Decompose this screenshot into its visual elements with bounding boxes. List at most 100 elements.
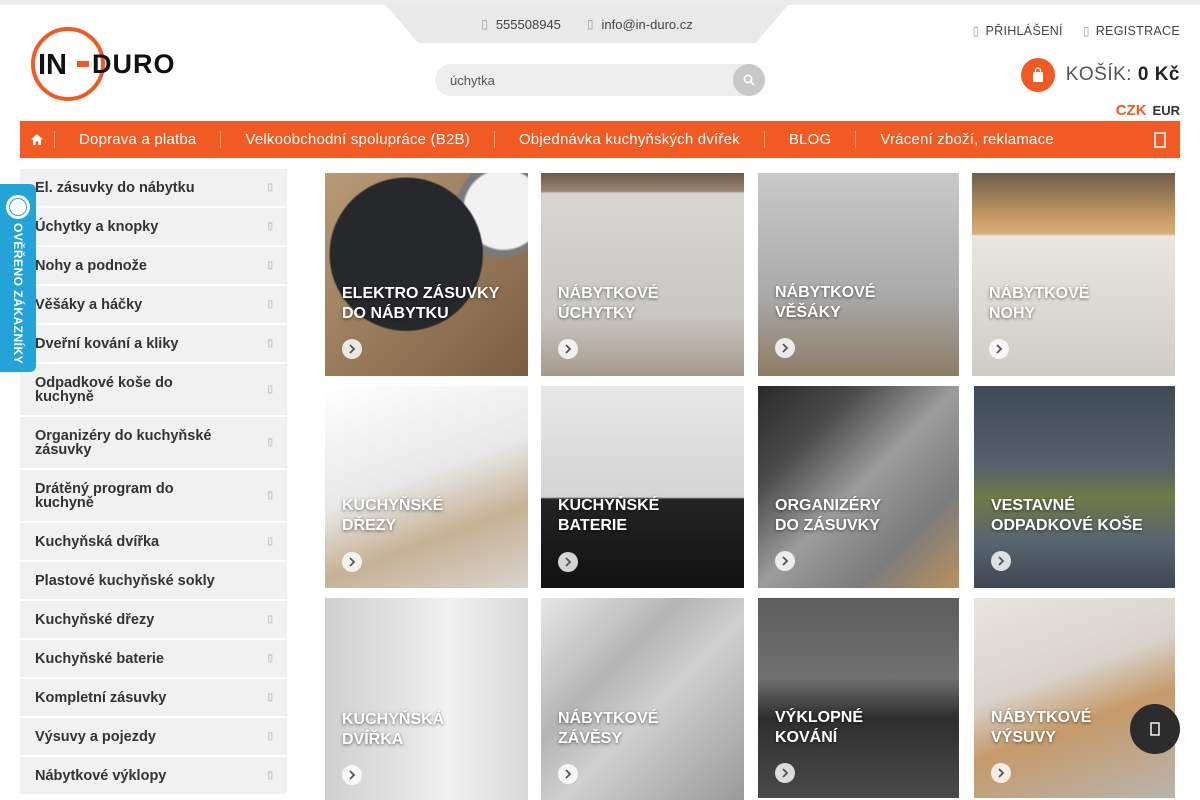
nav-item-blog[interactable]: BLOG <box>765 131 855 148</box>
chevron-right-icon: ▯ <box>267 299 273 310</box>
chevron-right-icon <box>558 339 578 359</box>
sidebar-item-uchytky[interactable]: Úchytky a knopky ▯ <box>20 208 287 247</box>
nav-item-shipping[interactable]: Doprava a platba <box>55 131 220 148</box>
chevron-right-icon <box>558 764 578 784</box>
sidebar-item-label: Plastové kuchyňské sokly <box>35 572 215 589</box>
sidebar-item-el-zasuvky[interactable]: El. zásuvky do nábytku ▯ <box>20 169 287 208</box>
home-link[interactable] <box>20 133 54 146</box>
phone-item[interactable]: ▯ 555508945 <box>481 17 561 32</box>
sidebar-item-vyklopy[interactable]: Nábytkové výklopy ▯ <box>20 757 287 796</box>
tile-odpadkove-kose[interactable]: Vestavné odpadkové koše <box>974 386 1175 588</box>
tile-nabytkove-zavesy[interactable]: Nábytkové závěsy <box>541 598 744 800</box>
chevron-right-icon: ▯ <box>267 536 273 547</box>
sidebar-item-baterie[interactable]: Kuchyňské baterie ▯ <box>20 640 287 679</box>
nav-item-door-order[interactable]: Objednávka kuchyňských dvířek <box>495 131 764 148</box>
tile-title: Výklopné kování <box>775 709 864 746</box>
sidebar-item-label: Odpadkové koše do kuchyně <box>35 374 173 405</box>
search-button[interactable] <box>733 64 765 96</box>
tile-title: Kuchyňské baterie <box>558 497 660 534</box>
email-item[interactable]: ▯ info@in-duro.cz <box>587 17 693 32</box>
cart-button[interactable] <box>1020 58 1055 92</box>
tile-nabytkove-vysuvy[interactable]: Nábytkové výsuvy <box>974 598 1175 798</box>
chevron-right-icon: ▯ <box>267 182 273 193</box>
sidebar-item-vysuvy[interactable]: Výsuvy a pojezdy ▯ <box>20 718 287 757</box>
sidebar-item-label: Dveřní kování a kliky <box>35 335 179 352</box>
tile-title: Nábytkové nohy <box>989 285 1090 322</box>
menu-toggle[interactable] <box>1140 131 1180 148</box>
tile-title: Kuchyňská dvířka <box>342 711 445 748</box>
chevron-right-icon: ▯ <box>267 614 273 625</box>
main-nav: Doprava a platba Velkoobchodní spoluprác… <box>20 121 1180 158</box>
search-icon <box>743 74 755 86</box>
login-link[interactable]: ▯ PŘIHLÁŠENÍ <box>973 24 1063 38</box>
home-icon <box>31 134 43 145</box>
tile-elektro-zasuvky[interactable]: Elektro zásuvky do nábytku <box>325 173 528 376</box>
sidebar-item-dratene[interactable]: Drátěný program do kuchyně ▯ <box>20 470 287 523</box>
sidebar-item-nohy[interactable]: Nohy a podnože ▯ <box>20 247 287 286</box>
email-address: info@in-duro.cz <box>601 16 693 32</box>
verified-seal-icon <box>6 195 30 219</box>
chevron-right-icon <box>342 765 362 785</box>
register-label: REGISTRACE <box>1095 24 1180 38</box>
sidebar-item-label: El. zásuvky do nábytku <box>35 179 195 196</box>
phone-number: 555508945 <box>495 16 561 32</box>
verified-customers-badge[interactable]: OVĚŘENO ZÁKAZNÍKY <box>0 184 36 372</box>
sidebar-item-vesaky[interactable]: Věšáky a háčky ▯ <box>20 286 287 325</box>
chevron-right-icon <box>775 763 795 783</box>
tile-kuchynske-baterie[interactable]: Kuchyňské baterie <box>541 386 744 588</box>
currency-czk[interactable]: CZK <box>1116 102 1147 119</box>
sidebar-item-dvirka[interactable]: Kuchyňská dvířka ▯ <box>20 523 287 562</box>
cart[interactable]: KOŠÍK: 0 Kč <box>1020 58 1180 92</box>
nav-item-b2b[interactable]: Velkoobchodní spolupráce (B2B) <box>221 131 493 148</box>
chevron-right-icon <box>342 552 362 572</box>
tile-title: Nábytkové úchytky <box>558 285 659 322</box>
tile-nabytkove-nohy[interactable]: Nábytkové nohy <box>972 173 1175 376</box>
chevron-right-icon: ▯ <box>267 490 273 501</box>
chevron-right-icon: ▯ <box>267 437 273 448</box>
tile-vyklopne-kovani[interactable]: Výklopné kování <box>758 598 959 798</box>
search-input[interactable] <box>435 64 725 96</box>
svg-text:IN: IN <box>38 49 67 81</box>
register-link[interactable]: ▯ REGISTRACE <box>1083 24 1180 38</box>
chevron-right-icon <box>558 552 578 572</box>
user-icon: ▯ <box>972 24 980 38</box>
sidebar-item-odpadkove-kose[interactable]: Odpadkové koše do kuchyně ▯ <box>20 364 287 417</box>
tile-nabytkove-uchytky[interactable]: Nábytkové úchytky <box>541 173 744 376</box>
sidebar-item-organizery[interactable]: Organizéry do kuchyňské zásuvky ▯ <box>20 417 287 470</box>
sidebar-item-label: Drátěný program do kuchyně <box>35 480 174 511</box>
chevron-right-icon <box>775 338 795 358</box>
svg-text:DURO: DURO <box>92 49 176 79</box>
tile-organizery[interactable]: Organizéry do zásuvky <box>758 386 959 588</box>
sidebar-item-sokly[interactable]: Plastové kuchyňské sokly <box>20 562 287 601</box>
cart-summary: KOŠÍK: 0 Kč <box>1066 64 1180 86</box>
chevron-right-icon: ▯ <box>267 338 273 349</box>
register-icon: ▯ <box>1082 24 1090 38</box>
chevron-right-icon <box>991 763 1011 783</box>
cart-amount: 0 Kč <box>1137 64 1180 85</box>
scroll-to-top-button[interactable] <box>1130 704 1180 754</box>
chevron-right-icon: ▯ <box>267 692 273 703</box>
sidebar-item-zasuvky[interactable]: Kompletní zásuvky ▯ <box>20 679 287 718</box>
chevron-right-icon: ▯ <box>267 221 273 232</box>
sidebar-item-label: Úchytky a knopky <box>35 218 159 235</box>
top-strip <box>0 0 1200 5</box>
arrow-up-icon <box>1150 722 1160 736</box>
sidebar-item-label: Kompletní zásuvky <box>35 689 167 706</box>
chevron-right-icon: ▯ <box>267 653 273 664</box>
tile-kuchynska-dvirka[interactable]: Kuchyňská dvířka <box>325 598 528 800</box>
sidebar-item-drezy[interactable]: Kuchyňské dřezy ▯ <box>20 601 287 640</box>
nav-item-returns[interactable]: Vrácení zboží, reklamace <box>856 131 1077 148</box>
tile-kuchynske-drezy[interactable]: Kuchyňské dřezy <box>325 386 528 588</box>
account-links: ▯ PŘIHLÁŠENÍ ▯ REGISTRACE <box>973 24 1180 38</box>
tile-title: Elektro zásuvky do nábytku <box>342 285 500 322</box>
currency-eur[interactable]: EUR <box>1153 103 1180 118</box>
menu-icon <box>1154 131 1166 148</box>
tile-nabytkove-vesaky[interactable]: Nábytkové věšáky <box>758 173 959 376</box>
login-label: PŘIHLÁŠENÍ <box>985 24 1063 38</box>
tile-title: Nábytkové závěsy <box>558 710 659 747</box>
site-logo[interactable]: IN DURO <box>30 26 220 102</box>
sidebar-item-dverni-kovani[interactable]: Dveřní kování a kliky ▯ <box>20 325 287 364</box>
search-box <box>435 64 765 96</box>
cart-label: KOŠÍK: <box>1065 64 1133 85</box>
sidebar-item-label: Organizéry do kuchyňské zásuvky <box>35 427 212 458</box>
